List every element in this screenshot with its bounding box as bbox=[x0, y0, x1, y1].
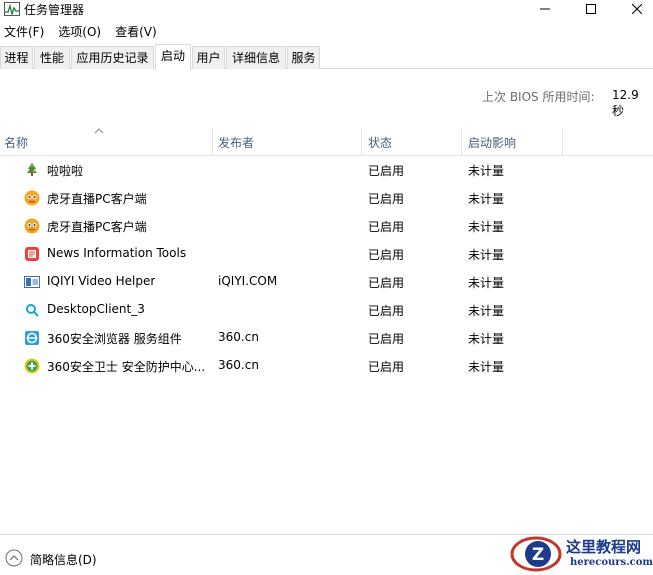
row-name: 360安全浏览器 服务组件 bbox=[47, 332, 182, 346]
row-status: 已启用 bbox=[368, 164, 405, 178]
column-name[interactable]: 名称 bbox=[4, 134, 28, 151]
row-impact: 未计量 bbox=[468, 220, 505, 234]
row-impact: 未计量 bbox=[468, 248, 505, 262]
row-name: 360安全卫士 安全防护中心... bbox=[47, 360, 206, 374]
watermark-title: 这里教程网 bbox=[566, 538, 642, 556]
row-name: 啦啦啦 bbox=[47, 164, 84, 178]
list-item[interactable]: 虎牙直播PC客户端 已启用 未计量 bbox=[0, 212, 653, 240]
column-divider[interactable] bbox=[212, 128, 213, 156]
row-impact: 未计量 bbox=[468, 164, 505, 178]
news-icon bbox=[24, 246, 40, 262]
list-item[interactable]: IQIYI Video Helper iQIYI.COM 已启用 未计量 bbox=[0, 268, 653, 296]
column-publisher[interactable]: 发布者 bbox=[218, 134, 254, 151]
tab-services[interactable]: 服务 bbox=[287, 46, 320, 69]
row-impact: 未计量 bbox=[468, 360, 505, 374]
column-startup-impact[interactable]: 启动影响 bbox=[468, 134, 516, 151]
sort-ascending-icon bbox=[94, 123, 104, 137]
row-impact: 未计量 bbox=[468, 276, 505, 290]
row-impact: 未计量 bbox=[468, 332, 505, 346]
row-name: IQIYI Video Helper bbox=[47, 274, 156, 288]
boot-time: 上次 BIOS 所用时间: 12.9 秒 bbox=[0, 88, 653, 118]
tab-strip: 进程 性能 应用历史记录 启动 用户 详细信息 服务 bbox=[0, 44, 653, 70]
column-divider[interactable] bbox=[461, 128, 462, 156]
menu-view[interactable]: 查看(V) bbox=[111, 22, 161, 42]
watermark-z-icon: Z bbox=[510, 536, 562, 572]
row-name: News Information Tools bbox=[47, 246, 187, 260]
row-name: 虎牙直播PC客户端 bbox=[47, 220, 147, 234]
column-header: 名称 发布者 状态 启动影响 bbox=[0, 128, 653, 156]
desktop-client-icon bbox=[24, 302, 40, 318]
tab-app-history[interactable]: 应用历史记录 bbox=[71, 46, 154, 69]
list-item[interactable]: 虎牙直播PC客户端 已启用 未计量 bbox=[0, 184, 653, 212]
huya-icon bbox=[24, 190, 40, 206]
360-guard-icon bbox=[24, 358, 40, 374]
row-impact: 未计量 bbox=[468, 304, 505, 318]
menu-file[interactable]: 文件(F) bbox=[0, 22, 48, 42]
row-status: 已启用 bbox=[368, 276, 405, 290]
row-status: 已启用 bbox=[368, 192, 405, 206]
column-divider[interactable] bbox=[562, 128, 563, 156]
minimize-button[interactable] bbox=[522, 0, 568, 18]
list-item[interactable]: News Information Tools 已启用 未计量 bbox=[0, 240, 653, 268]
row-publisher: 360.cn bbox=[218, 358, 259, 372]
huya-icon bbox=[24, 218, 40, 234]
row-publisher: iQIYI.COM bbox=[218, 274, 278, 288]
tab-performance[interactable]: 性能 bbox=[34, 46, 70, 69]
tab-users[interactable]: 用户 bbox=[192, 46, 225, 69]
list-item[interactable]: DesktopClient_3 已启用 未计量 bbox=[0, 296, 653, 324]
watermark-logo: Z 这里教程网 herecours.com bbox=[510, 532, 653, 575]
title-bar: 任务管理器 bbox=[0, 0, 653, 20]
column-status[interactable]: 状态 bbox=[368, 134, 392, 151]
collapse-chevron-icon[interactable] bbox=[5, 549, 23, 567]
list-item[interactable]: 360安全浏览器 服务组件 360.cn 已启用 未计量 bbox=[0, 324, 653, 352]
watermark-logo-letter: Z bbox=[532, 545, 544, 565]
maximize-button[interactable] bbox=[568, 0, 614, 18]
close-button[interactable] bbox=[614, 0, 653, 18]
row-publisher: 360.cn bbox=[218, 330, 259, 344]
task-manager-icon bbox=[4, 2, 20, 17]
row-name: DesktopClient_3 bbox=[47, 302, 145, 316]
watermark-subtitle: herecours.com bbox=[570, 557, 653, 568]
row-status: 已启用 bbox=[368, 248, 405, 262]
column-divider[interactable] bbox=[361, 128, 362, 156]
boot-time-label: 上次 BIOS 所用时间: bbox=[482, 90, 595, 104]
window-title: 任务管理器 bbox=[24, 3, 85, 17]
menu-bar: 文件(F) 选项(O) 查看(V) bbox=[0, 22, 167, 42]
menu-options[interactable]: 选项(O) bbox=[54, 22, 105, 42]
list-item[interactable]: 360安全卫士 安全防护中心... 360.cn 已启用 未计量 bbox=[0, 352, 653, 380]
tab-processes[interactable]: 进程 bbox=[0, 46, 33, 69]
row-status: 已启用 bbox=[368, 220, 405, 234]
tab-startup[interactable]: 启动 bbox=[155, 44, 191, 70]
fewer-details-link[interactable]: 简略信息(D) bbox=[30, 551, 97, 568]
row-name: 虎牙直播PC客户端 bbox=[47, 192, 147, 206]
360-browser-icon bbox=[24, 330, 40, 346]
row-status: 已启用 bbox=[368, 332, 405, 346]
iqiyi-icon bbox=[24, 274, 40, 290]
boot-time-value: 12.9 秒 bbox=[612, 88, 639, 118]
list-item[interactable]: 啦啦啦 已启用 未计量 bbox=[0, 156, 653, 184]
row-impact: 未计量 bbox=[468, 192, 505, 206]
startup-list: 啦啦啦 已启用 未计量 虎牙直播PC客户端 已启用 未计量 虎牙直播PC客户端 … bbox=[0, 156, 653, 380]
tab-details[interactable]: 详细信息 bbox=[226, 46, 286, 69]
tree-icon bbox=[24, 162, 40, 178]
row-status: 已启用 bbox=[368, 304, 405, 318]
row-status: 已启用 bbox=[368, 360, 405, 374]
